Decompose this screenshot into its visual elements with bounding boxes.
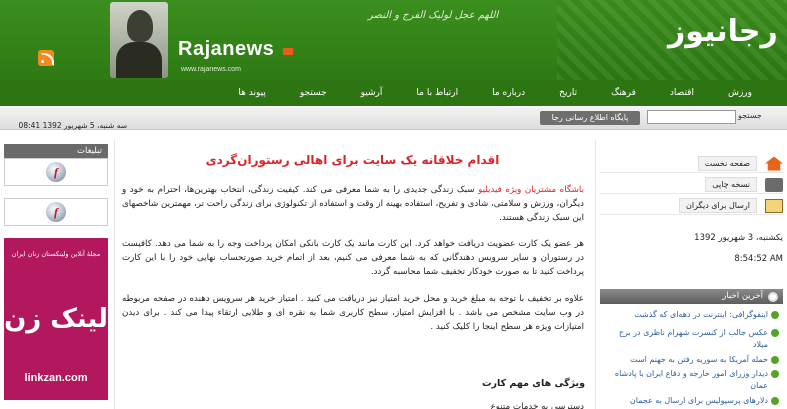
article-link[interactable]: باشگاه مشتریان ویژه فیدیلیو — [478, 185, 584, 195]
nav-item-economy[interactable]: اقتصاد — [653, 88, 711, 98]
info-icon — [768, 292, 778, 302]
linkzan-logo: لینک زن — [4, 304, 108, 334]
bullet-icon — [771, 329, 779, 337]
nav-item-archive[interactable]: آرشیو — [344, 88, 400, 98]
rss-icon[interactable] — [38, 50, 54, 66]
search-input[interactable] — [647, 110, 736, 124]
sidebar-date: یکشنبه، 3 شهریور 1392 — [694, 233, 783, 243]
nav-item-search[interactable]: جستجو — [283, 88, 344, 98]
linkzan-url: linkzan.com — [24, 372, 88, 384]
article-subheading: ویژگی های مهم کارت — [481, 378, 585, 389]
tool-print[interactable]: نسخه چاپی — [600, 176, 783, 194]
column-divider — [595, 140, 596, 409]
nav-item-culture[interactable]: فرهنگ — [594, 88, 653, 98]
article-paragraph: دسترسی به خدمات متنوع — [490, 402, 584, 409]
main-nav: ورزش اقتصاد فرهنگ تاریخ درباره ما ارتباط… — [0, 80, 787, 106]
nav-item-about[interactable]: درباره ما — [475, 88, 542, 98]
article-title: اقدام خلاقانه یک سایت برای اهالی رستوران… — [205, 153, 500, 167]
news-item[interactable]: عکس جالب از کنسرت شهرام ناظری در برج میل… — [602, 327, 780, 351]
news-item[interactable]: دیدار وزرای امور خارجه و دفاع ایران با پ… — [602, 368, 780, 392]
bullet-icon — [771, 356, 779, 364]
nav-item-contact[interactable]: ارتباط با ما — [399, 88, 475, 98]
nav-item-links[interactable]: پیوند ها — [221, 88, 282, 98]
bullet-icon — [771, 370, 779, 378]
news-item[interactable]: دلارهای پرسپولیس برای ارسال به عجمان — [602, 395, 780, 407]
news-item-label: حمله آمریکا به سوریه رفتن به جهنم است — [630, 355, 768, 364]
tool-print-label: نسخه چاپی — [705, 177, 757, 192]
bullet-icon — [771, 397, 779, 405]
search-label: جستجو — [738, 111, 762, 120]
ad-banner[interactable]: f — [4, 198, 108, 226]
column-divider — [114, 140, 115, 409]
news-item[interactable]: حمله آمریکا به سوریه رفتن به جهنم است — [602, 354, 780, 366]
calligraphy-text: اللهم عجل لولیک الفرج و النصر — [368, 10, 499, 21]
logo-url: www.rajanews.com — [181, 66, 241, 73]
logo-persian[interactable]: رجانیوز — [668, 14, 779, 49]
envelope-icon — [765, 198, 783, 213]
tv-badge-icon — [283, 48, 293, 55]
home-icon — [765, 156, 783, 171]
news-item[interactable]: اینفوگرافی: اینترنت در دهه‌ای که گذشت — [602, 309, 780, 321]
portrait-body — [116, 42, 162, 78]
article-paragraph: باشگاه مشتریان ویژه فیدیلیو سبک زندگی جد… — [122, 183, 584, 225]
ad-banner[interactable]: f — [4, 158, 108, 186]
header-date: سه شنبه، 5 شهریور 1392 08:41 — [18, 121, 127, 130]
tool-send-label: ارسال برای دیگران — [679, 198, 757, 213]
article-paragraph: علاوه بر تخفیف با توجه به مبلغ خرید و مح… — [122, 294, 584, 332]
tool-send[interactable]: ارسال برای دیگران — [600, 197, 783, 215]
flash-icon: f — [46, 162, 66, 182]
latest-news-title: آخرین اخبار — [600, 289, 783, 304]
ads-title: تبلیغات — [4, 144, 108, 158]
news-item-label: عکس جالب از کنسرت شهرام ناظری در برج میل… — [618, 328, 768, 349]
tool-home-label: صفحه نخست — [697, 156, 757, 171]
article-paragraph: هر عضو یک کارت عضویت دریافت خواهد کرد. ا… — [122, 239, 584, 277]
site-title-badge: پایگاه اطلاع رسانی رجا — [540, 111, 640, 125]
nav-item-sports[interactable]: ورزش — [711, 88, 769, 98]
tool-home[interactable]: صفحه نخست — [600, 155, 783, 173]
flash-icon: f — [46, 202, 66, 222]
news-item-label: اینفوگرافی: اینترنت در دهه‌ای که گذشت — [634, 310, 768, 319]
news-item-label: دیدار وزرای امور خارجه و دفاع ایران با پ… — [614, 369, 768, 390]
linkzan-tagline: مجلۀ آنلاین ولینکستان زنان ایران — [11, 250, 101, 258]
printer-icon — [765, 177, 783, 192]
logo-english[interactable]: Rajanews — [178, 38, 274, 61]
portrait-head — [127, 10, 153, 42]
sidebar-time: 8:54:52 AM — [734, 254, 783, 264]
news-item-label: دلارهای پرسپولیس برای ارسال به عجمان — [629, 396, 768, 405]
nav-item-history[interactable]: تاریخ — [542, 88, 594, 98]
bullet-icon — [771, 311, 779, 319]
